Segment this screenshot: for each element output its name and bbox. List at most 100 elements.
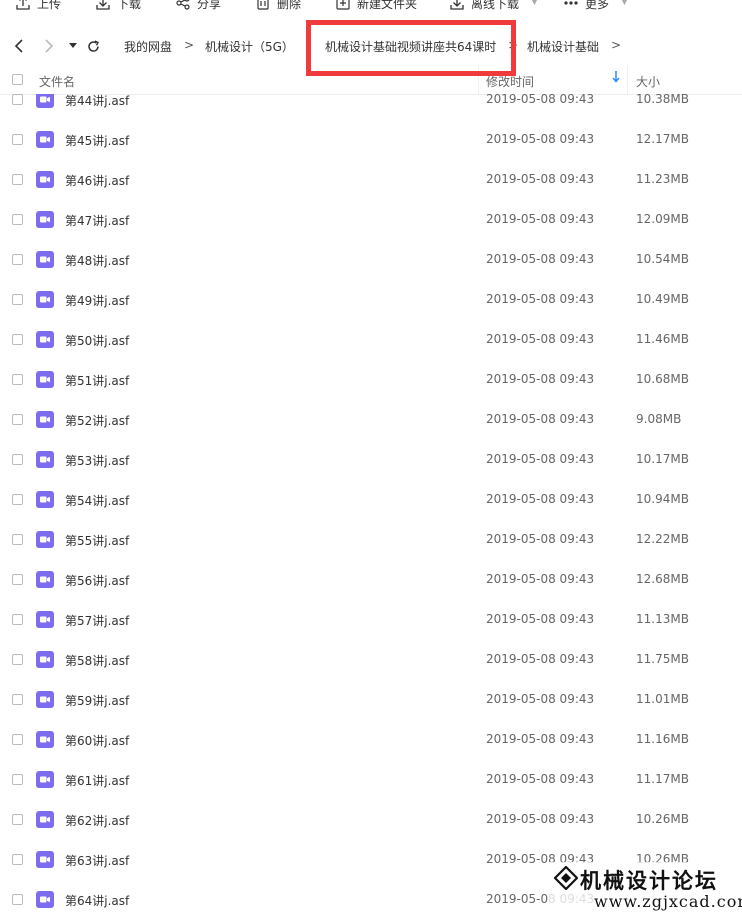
file-name[interactable]: 第56讲j.asf xyxy=(65,572,129,589)
breadcrumb-item-current-folder[interactable]: 机械设计基础 xyxy=(527,38,599,55)
file-name[interactable]: 第52讲j.asf xyxy=(65,412,129,429)
row-checkbox[interactable] xyxy=(12,174,23,185)
offline-download-button[interactable]: 离线下载 ▼ xyxy=(450,0,538,11)
file-name[interactable]: 第63讲j.asf xyxy=(65,852,129,869)
file-modified-time: 2019-05-08 09:43 xyxy=(486,172,595,186)
row-checkbox[interactable] xyxy=(12,694,23,705)
download-label: 下载 xyxy=(117,0,142,11)
table-row[interactable]: 第49讲j.asf 2019-05-08 09:43 10.49MB xyxy=(0,280,742,320)
download-button[interactable]: 下载 xyxy=(96,0,142,11)
row-checkbox[interactable] xyxy=(12,734,23,745)
row-checkbox[interactable] xyxy=(12,134,23,145)
file-name[interactable]: 第57讲j.asf xyxy=(65,612,129,629)
file-name[interactable]: 第54讲j.asf xyxy=(65,492,129,509)
upload-button[interactable]: 上传 xyxy=(16,0,61,11)
table-row[interactable]: 第62讲j.asf 2019-05-08 09:43 10.26MB xyxy=(0,800,742,840)
table-row[interactable]: 第47讲j.asf 2019-05-08 09:43 12.09MB xyxy=(0,200,742,240)
table-row[interactable]: 第53讲j.asf 2019-05-08 09:43 10.17MB xyxy=(0,440,742,480)
file-name[interactable]: 第60讲j.asf xyxy=(65,732,129,749)
row-checkbox[interactable] xyxy=(12,774,23,785)
file-name[interactable]: 第44讲j.asf xyxy=(65,94,129,109)
forward-button[interactable] xyxy=(42,38,56,54)
row-checkbox[interactable] xyxy=(12,654,23,665)
file-name[interactable]: 第55讲j.asf xyxy=(65,532,129,549)
row-checkbox[interactable] xyxy=(12,414,23,425)
file-size: 11.46MB xyxy=(636,332,689,346)
table-row[interactable]: 第55讲j.asf 2019-05-08 09:43 12.22MB xyxy=(0,520,742,560)
breadcrumb-item-video-lectures[interactable]: 机械设计基础视频讲座共64课时 xyxy=(325,38,496,55)
video-file-icon xyxy=(36,451,54,468)
row-checkbox[interactable] xyxy=(12,814,23,825)
sort-desc-icon[interactable] xyxy=(612,71,620,86)
table-row[interactable]: 第56讲j.asf 2019-05-08 09:43 12.68MB xyxy=(0,560,742,600)
column-header-name[interactable]: 文件名 xyxy=(39,73,75,90)
watermark-url: www.zgjxcad.com xyxy=(594,892,742,911)
breadcrumb-item-mechanical-design[interactable]: 机械设计（5G） xyxy=(205,38,294,55)
row-checkbox[interactable] xyxy=(12,294,23,305)
file-modified-time: 2019-05-08 09:43 xyxy=(486,94,595,106)
row-checkbox[interactable] xyxy=(12,94,23,105)
video-file-icon xyxy=(36,251,54,268)
row-checkbox[interactable] xyxy=(12,254,23,265)
row-checkbox[interactable] xyxy=(12,534,23,545)
file-name[interactable]: 第50讲j.asf xyxy=(65,332,129,349)
row-checkbox[interactable] xyxy=(12,334,23,345)
row-checkbox[interactable] xyxy=(12,454,23,465)
table-row[interactable]: 第50讲j.asf 2019-05-08 09:43 11.46MB xyxy=(0,320,742,360)
table-row[interactable]: 第61讲j.asf 2019-05-08 09:43 11.17MB xyxy=(0,760,742,800)
table-row[interactable]: 第60讲j.asf 2019-05-08 09:43 11.16MB xyxy=(0,720,742,760)
column-header-modified[interactable]: 修改时间 xyxy=(486,73,534,90)
table-row[interactable]: 第46讲j.asf 2019-05-08 09:43 11.23MB xyxy=(0,160,742,200)
row-checkbox[interactable] xyxy=(12,494,23,505)
row-checkbox[interactable] xyxy=(12,574,23,585)
refresh-button[interactable] xyxy=(86,38,100,54)
back-button[interactable] xyxy=(12,38,26,54)
table-row[interactable]: 第52讲j.asf 2019-05-08 09:43 9.08MB xyxy=(0,400,742,440)
table-row[interactable]: 第48讲j.asf 2019-05-08 09:43 10.54MB xyxy=(0,240,742,280)
file-modified-time: 2019-05-08 09:43 xyxy=(486,372,595,386)
history-dropdown-button[interactable] xyxy=(68,40,78,52)
table-row[interactable]: 第59讲j.asf 2019-05-08 09:43 11.01MB xyxy=(0,680,742,720)
offline-download-caret-icon[interactable]: ▼ xyxy=(531,0,538,7)
file-name[interactable]: 第58讲j.asf xyxy=(65,652,129,669)
table-row[interactable]: 第44讲j.asf 2019-05-08 09:43 10.38MB xyxy=(0,94,742,120)
new-folder-button[interactable]: 新建文件夹 xyxy=(336,0,417,11)
file-name[interactable]: 第45讲j.asf xyxy=(65,132,129,149)
row-checkbox[interactable] xyxy=(12,894,23,905)
table-row[interactable]: 第45讲j.asf 2019-05-08 09:43 12.17MB xyxy=(0,120,742,160)
column-divider[interactable] xyxy=(627,66,628,94)
row-checkbox[interactable] xyxy=(12,614,23,625)
file-name[interactable]: 第64讲j.asf xyxy=(65,892,129,909)
file-name[interactable]: 第51讲j.asf xyxy=(65,372,129,389)
file-name[interactable]: 第49讲j.asf xyxy=(65,292,129,309)
file-name[interactable]: 第48讲j.asf xyxy=(65,252,129,269)
more-button[interactable]: 更多 ▼ xyxy=(564,0,628,11)
column-divider[interactable] xyxy=(478,66,479,94)
delete-button[interactable]: 删除 xyxy=(256,0,301,11)
row-checkbox[interactable] xyxy=(12,374,23,385)
column-header-size[interactable]: 大小 xyxy=(636,73,660,90)
file-name[interactable]: 第53讲j.asf xyxy=(65,452,129,469)
file-name[interactable]: 第59讲j.asf xyxy=(65,692,129,709)
more-caret-icon[interactable]: ▼ xyxy=(621,0,628,7)
file-modified-time: 2019-05-08 09:43 xyxy=(486,332,595,346)
video-file-icon xyxy=(36,691,54,708)
file-size: 12.17MB xyxy=(636,132,689,146)
video-file-icon xyxy=(36,731,54,748)
select-all-checkbox[interactable] xyxy=(12,74,23,85)
table-row[interactable]: 第51讲j.asf 2019-05-08 09:43 10.68MB xyxy=(0,360,742,400)
file-name[interactable]: 第47讲j.asf xyxy=(65,212,129,229)
more-label: 更多 xyxy=(585,0,610,11)
file-name[interactable]: 第61讲j.asf xyxy=(65,772,129,789)
video-file-icon xyxy=(36,371,54,388)
table-row[interactable]: 第58讲j.asf 2019-05-08 09:43 11.75MB xyxy=(0,640,742,680)
forum-logo-icon xyxy=(554,866,578,890)
file-name[interactable]: 第62讲j.asf xyxy=(65,812,129,829)
row-checkbox[interactable] xyxy=(12,854,23,865)
row-checkbox[interactable] xyxy=(12,214,23,225)
file-name[interactable]: 第46讲j.asf xyxy=(65,172,129,189)
table-row[interactable]: 第57讲j.asf 2019-05-08 09:43 11.13MB xyxy=(0,600,742,640)
breadcrumb-item-my-drive[interactable]: 我的网盘 xyxy=(124,38,172,55)
share-button[interactable]: 分享 xyxy=(176,0,221,11)
table-row[interactable]: 第54讲j.asf 2019-05-08 09:43 10.94MB xyxy=(0,480,742,520)
